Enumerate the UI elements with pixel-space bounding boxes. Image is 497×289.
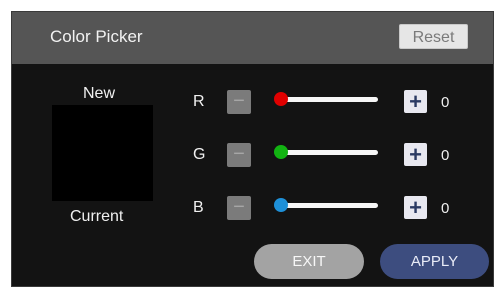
green-slider-track[interactable] xyxy=(278,150,378,155)
blue-slider-thumb[interactable] xyxy=(274,198,288,212)
red-slider-thumb[interactable] xyxy=(274,92,288,106)
color-swatch xyxy=(52,105,153,201)
color-picker-dialog: Color Picker Reset New Current R − + 0 G… xyxy=(11,11,494,287)
blue-channel-label: B xyxy=(193,199,204,216)
blue-slider-track[interactable] xyxy=(278,203,378,208)
blue-value: 0 xyxy=(441,200,450,217)
red-decrement-button[interactable]: − xyxy=(227,90,251,114)
red-value: 0 xyxy=(441,94,450,111)
red-increment-button[interactable]: + xyxy=(404,90,427,113)
green-slider-thumb[interactable] xyxy=(274,145,288,159)
green-increment-button[interactable]: + xyxy=(404,143,427,166)
exit-button[interactable]: EXIT xyxy=(254,244,364,279)
green-value: 0 xyxy=(441,147,450,164)
current-color-label: Current xyxy=(70,208,124,225)
apply-button[interactable]: APPLY xyxy=(380,244,489,279)
new-color-label: New xyxy=(83,85,116,102)
dialog-title: Color Picker xyxy=(50,27,143,46)
blue-decrement-button[interactable]: − xyxy=(227,196,251,220)
green-channel-label: G xyxy=(193,146,206,163)
title-bar: Color Picker Reset xyxy=(12,12,493,64)
red-slider-track[interactable] xyxy=(278,97,378,102)
reset-button[interactable]: Reset xyxy=(399,24,468,49)
blue-increment-button[interactable]: + xyxy=(404,196,427,219)
green-decrement-button[interactable]: − xyxy=(227,143,251,167)
red-channel-label: R xyxy=(193,93,205,110)
